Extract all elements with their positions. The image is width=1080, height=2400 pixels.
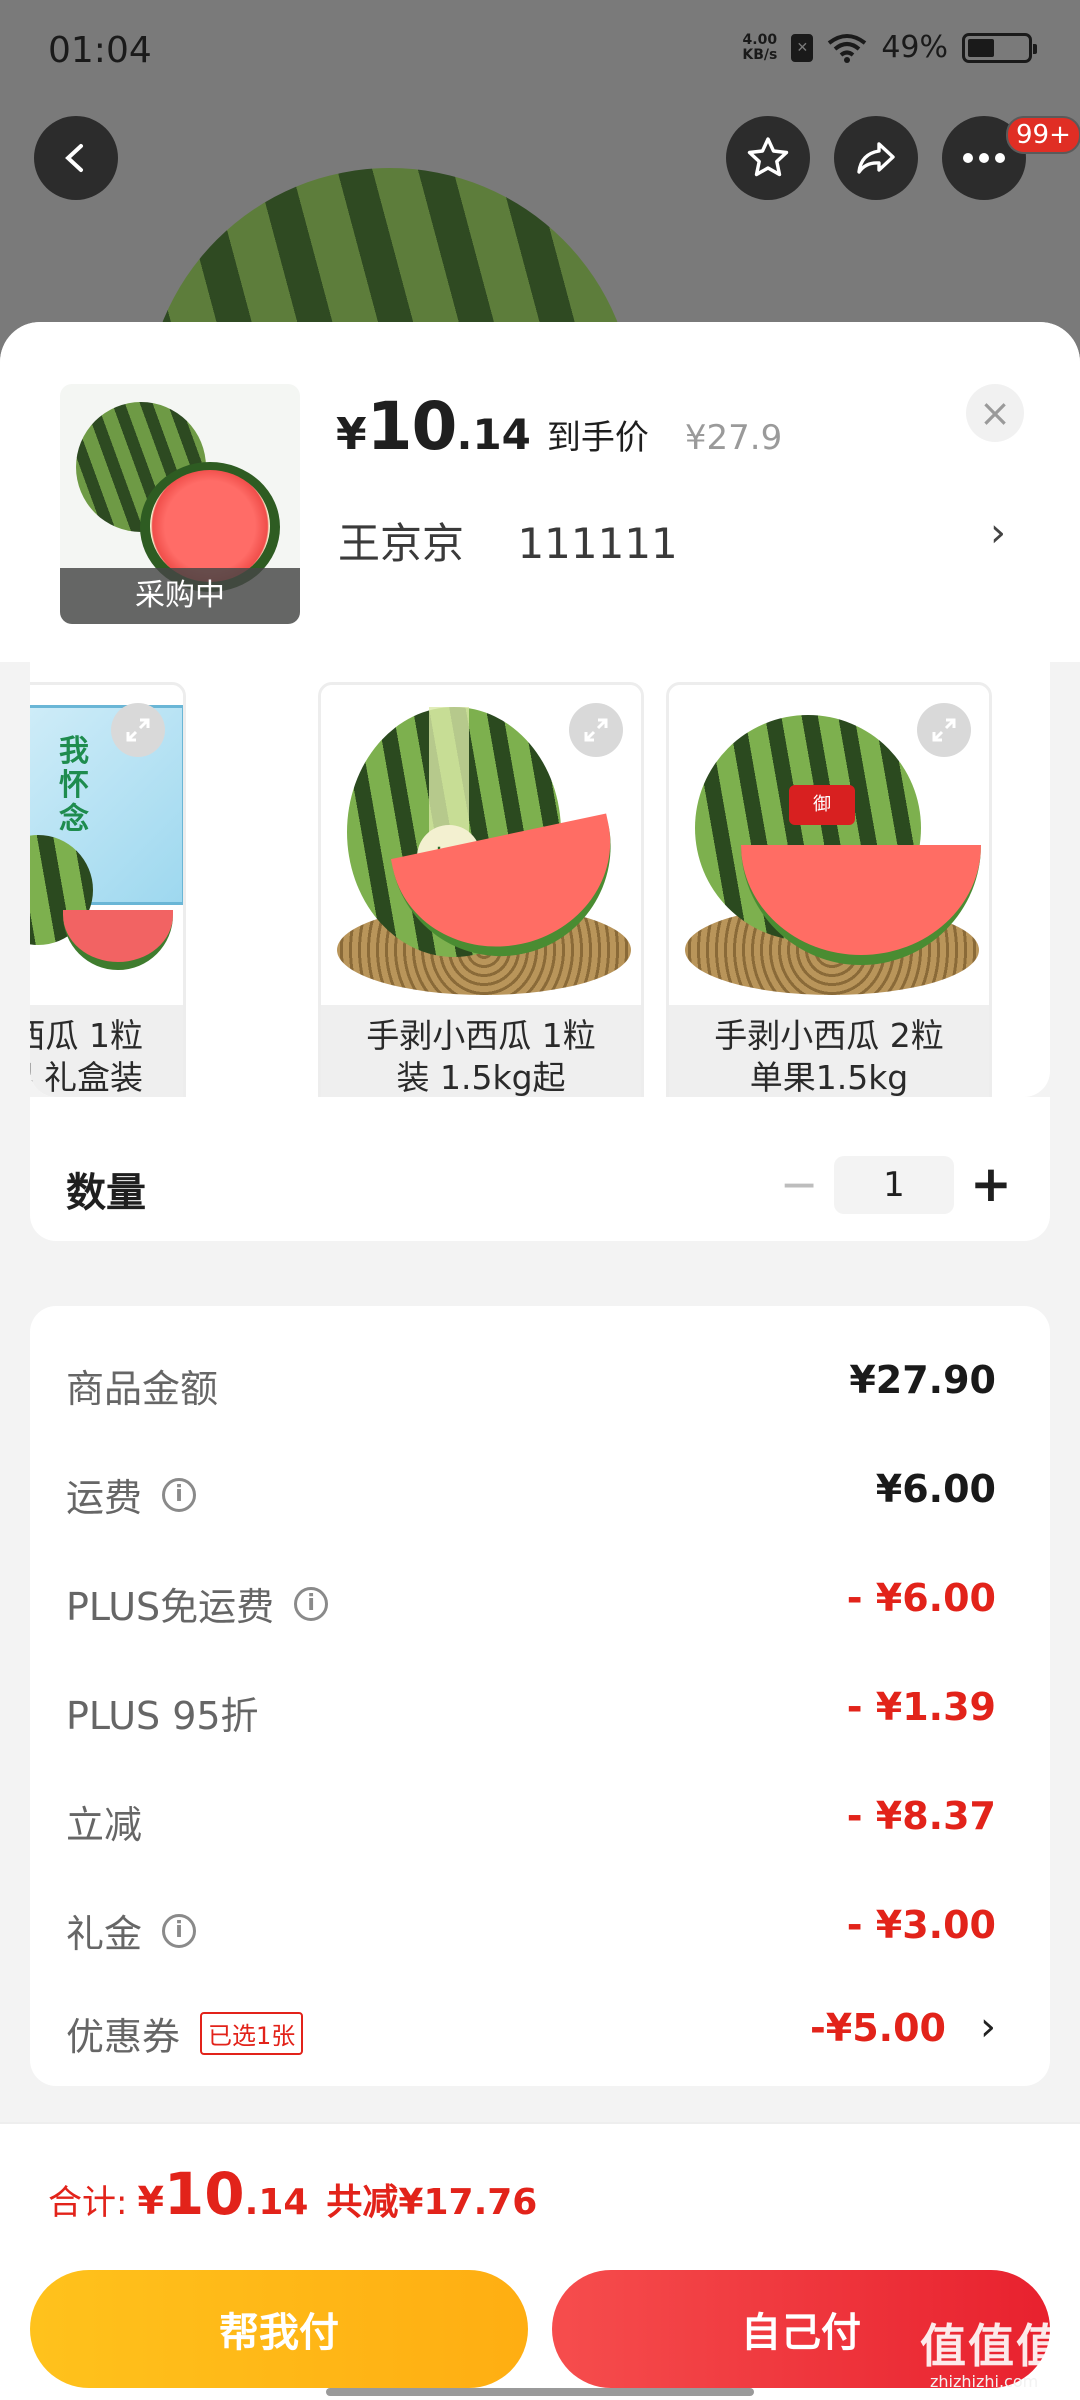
expand-icon[interactable] [569, 703, 623, 757]
star-icon [747, 137, 789, 177]
brand-sticker: 御 [789, 785, 855, 825]
product-thumbnail[interactable]: 采购中 [60, 384, 300, 624]
battery-icon [962, 32, 1037, 63]
site-watermark-url: zhizhizhi.com [930, 2372, 1039, 2391]
status-bar: 01:04 4.00 KB/s ✕ 49% [0, 0, 1080, 100]
price-decimal: .14 [456, 410, 531, 459]
status-icons: 4.00 KB/s ✕ 49% [742, 30, 1037, 65]
info-icon[interactable]: i [162, 1913, 197, 1948]
info-icon[interactable]: i [162, 1477, 197, 1512]
cost-row-instant-discount: 立减 - ¥8.37 [66, 1786, 996, 1847]
purchase-sheet: 采购中 ¥ 10 .14 到手价 ¥27.9 王京京 111111 × › 我怀… [0, 322, 1080, 2400]
total-saved: 共减¥17.76 [326, 2182, 538, 2223]
cost-label: 立减 [66, 1803, 143, 1847]
quantity-minus-button[interactable]: − [774, 1156, 824, 1214]
share-button[interactable] [834, 116, 918, 200]
favorite-button[interactable] [726, 116, 810, 200]
action-bar: 帮我付 自己付 [0, 2254, 1080, 2400]
price-symbol: ¥ [336, 409, 367, 460]
net-speed: 4.00 KB/s [742, 31, 778, 63]
variant-selector: 我怀念 麟西瓜 1粒 g起 礼盒装 大御 [30, 657, 1050, 1097]
cost-row-plus-free-shipping: PLUS免运费 i - ¥6.00 [66, 1568, 996, 1629]
wifi-icon [828, 33, 867, 63]
cost-label: PLUS 95折 [66, 1694, 259, 1738]
quantity-plus-button[interactable]: + [966, 1156, 1016, 1214]
cost-value: ¥6.00 [875, 1467, 996, 1511]
nfc-icon: ✕ [791, 33, 814, 62]
variant-option-2[interactable]: 大御 手剥小西瓜 1粒 装 1.5kg起 [318, 682, 644, 1097]
cost-value: ¥27.90 [849, 1358, 996, 1402]
coupon-selected-tag: 已选1张 [200, 2012, 304, 2055]
variant-option-1[interactable]: 我怀念 麟西瓜 1粒 g起 礼盒装 [30, 682, 186, 1097]
expand-icon[interactable] [111, 703, 165, 757]
variant-label: 手剥小西瓜 1粒 装 1.5kg起 [321, 1005, 641, 1097]
cost-row-gift-money: 礼金 i - ¥3.00 [66, 1895, 996, 1956]
coupon-label: 优惠券 [66, 2015, 181, 2059]
cost-label: 商品金额 [66, 1367, 219, 1411]
cost-label: 礼金 [66, 1912, 143, 1956]
expand-icon[interactable] [917, 703, 971, 757]
message-badge: 99+ [1006, 116, 1080, 154]
recipient-info[interactable]: 王京京 111111 [338, 510, 678, 571]
variant-label: 麟西瓜 1粒 g起 礼盒装 [30, 1005, 183, 1097]
price-row: ¥ 10 .14 到手价 ¥27.9 [336, 388, 782, 465]
sheet-header: 采购中 ¥ 10 .14 到手价 ¥27.9 王京京 111111 × › [0, 322, 1080, 662]
home-indicator[interactable] [326, 2388, 754, 2396]
more-icon [963, 153, 1005, 163]
total-summary-bar: 合计: ¥ 10 .14 共减¥17.76 [0, 2122, 1080, 2254]
cost-row-coupon[interactable]: 优惠券 已选1张 -¥5.00 › [66, 1998, 996, 2059]
net-speed-value: 4.00 [742, 31, 778, 48]
final-price-label: 到手价 [546, 418, 649, 458]
cost-row-plus-discount: PLUS 95折 - ¥1.39 [66, 1677, 996, 1738]
chevron-right-icon: › [980, 2004, 996, 2050]
info-icon[interactable]: i [294, 1586, 329, 1621]
battery-percent: 49% [881, 30, 948, 65]
net-speed-unit: KB/s [742, 46, 778, 63]
close-button[interactable]: × [966, 384, 1024, 442]
cost-value: - ¥3.00 [846, 1903, 996, 1947]
original-price: ¥27.9 [684, 418, 783, 458]
cost-value: - ¥1.39 [846, 1685, 996, 1729]
total-integer: 10 [163, 2160, 245, 2228]
help-pay-button[interactable]: 帮我付 [30, 2270, 528, 2388]
site-watermark: 值值值 [920, 2319, 1064, 2373]
variant-label: 手剥小西瓜 2粒 单果1.5kg [669, 1005, 989, 1097]
cost-label: 运费 [66, 1476, 143, 1520]
chevron-right-icon[interactable]: › [990, 510, 1006, 556]
total-decimal: .14 [244, 2182, 309, 2223]
cost-value: - ¥6.00 [846, 1576, 996, 1620]
cost-row-shipping: 运费 i ¥6.00 [66, 1459, 996, 1520]
cost-label: PLUS免运费 [66, 1585, 275, 1629]
quantity-row: 数量 − 1 + [66, 1156, 1016, 1216]
coupon-value: -¥5.00 [810, 2006, 946, 2050]
purchase-status-tag: 采购中 [60, 568, 300, 624]
share-icon [857, 142, 895, 174]
close-icon: × [979, 391, 1011, 435]
variant-option-3[interactable]: 御 手剥小西瓜 2粒 单果1.5kg [666, 682, 992, 1097]
status-time: 01:04 [48, 30, 152, 71]
total-summary: 合计: ¥ 10 .14 共减¥17.76 [48, 2160, 537, 2228]
back-icon [65, 144, 83, 172]
price-integer: 10 [366, 388, 458, 465]
recipient-phone: 111111 [517, 519, 678, 568]
back-button[interactable] [34, 116, 118, 200]
total-label: 合计: [48, 2183, 128, 2223]
recipient-name: 王京京 [338, 519, 465, 568]
cost-row-goods: 商品金额 ¥27.90 [66, 1350, 996, 1411]
quantity-label: 数量 [66, 1170, 146, 1216]
cost-value: - ¥8.37 [846, 1794, 996, 1838]
cost-breakdown: 商品金额 ¥27.90 运费 i ¥6.00 PLUS免运费 i - ¥6.00 P… [30, 1306, 1050, 2086]
total-symbol: ¥ [137, 2179, 164, 2223]
quantity-input[interactable]: 1 [834, 1156, 954, 1214]
